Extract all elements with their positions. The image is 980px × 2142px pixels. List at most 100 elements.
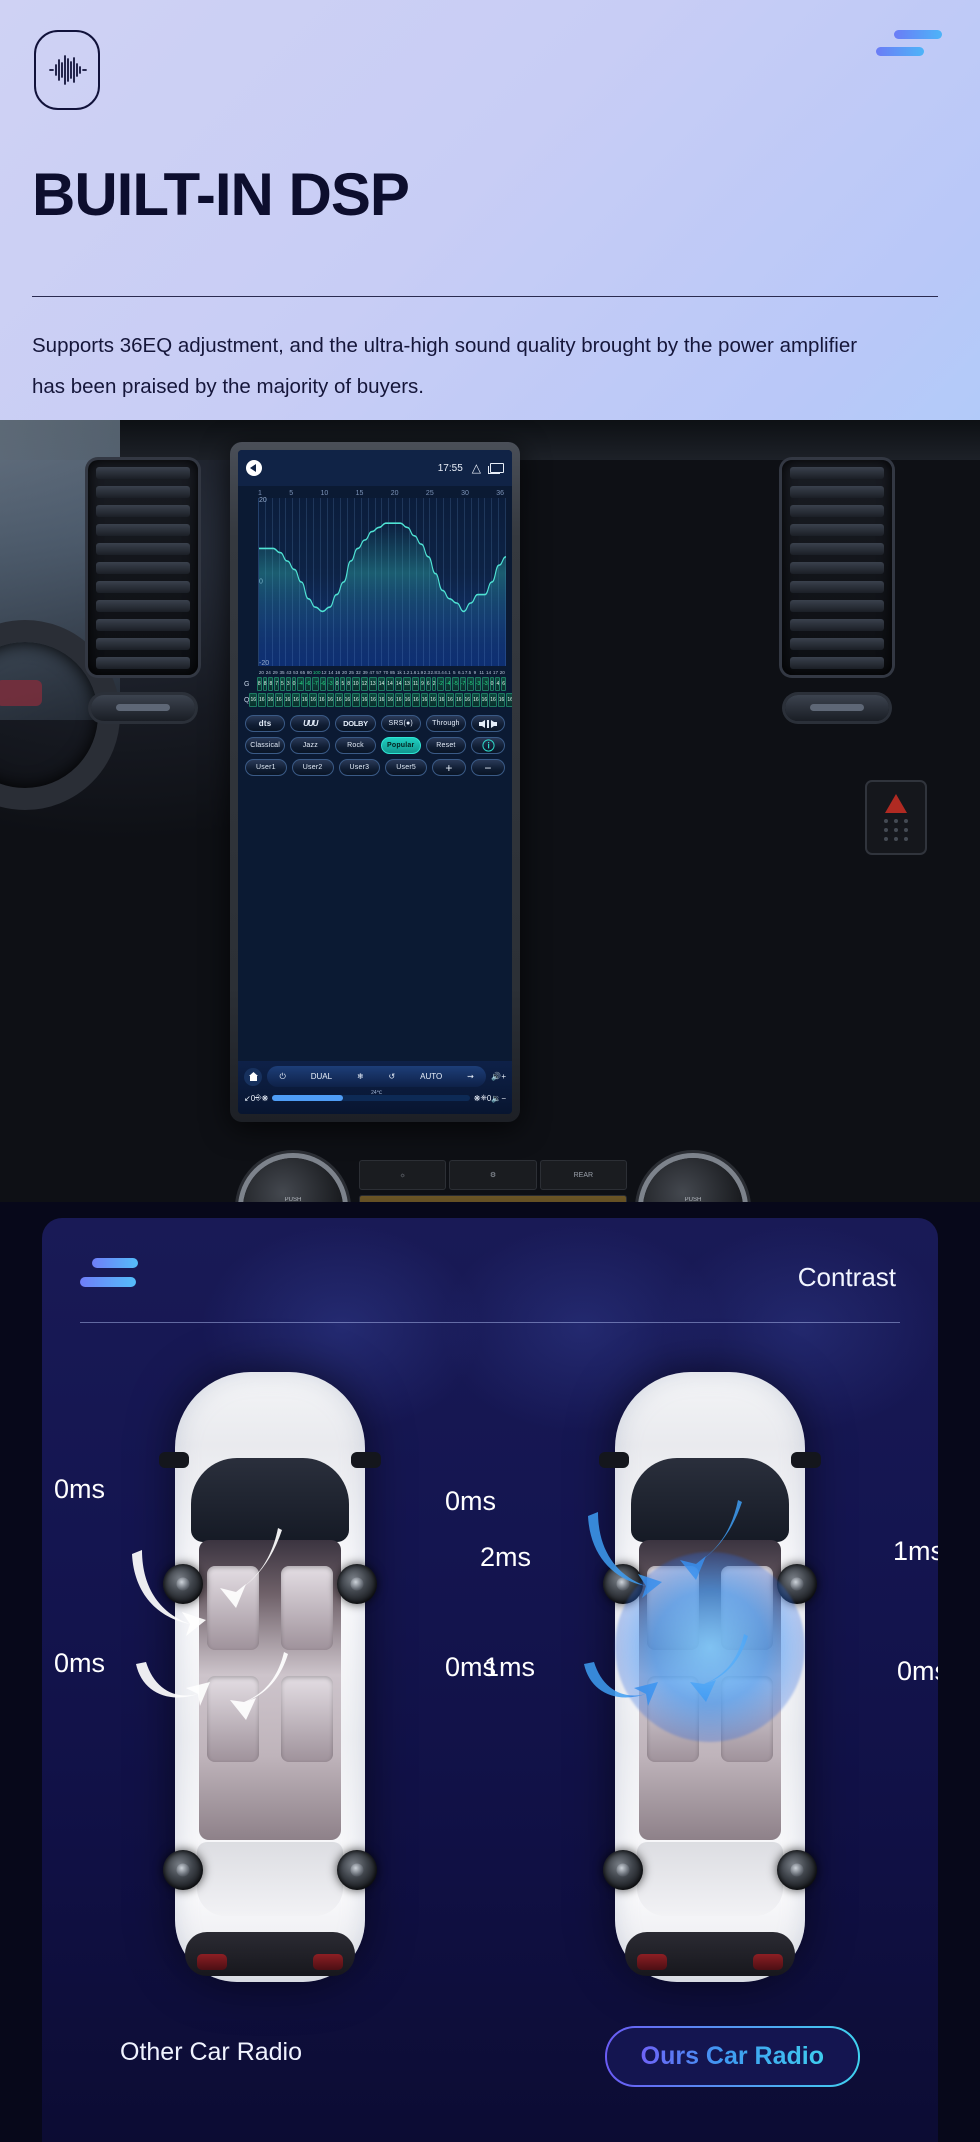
eq-q-cell[interactable]: 16 <box>258 693 266 707</box>
ours-car-label-pill[interactable]: Ours Car Radio <box>605 2026 860 2087</box>
eq-q-cell[interactable]: 16 <box>309 693 317 707</box>
eq-q-cell[interactable]: 16 <box>395 693 403 707</box>
eq-q-cell[interactable]: 16 <box>463 693 472 707</box>
eq-gain-cell[interactable]: 11 <box>411 677 420 691</box>
rear-defrost-button[interactable]: REAR <box>539 1160 627 1190</box>
fan-left-icon[interactable]: ❋ <box>262 1094 269 1103</box>
eq-q-cell[interactable]: 16 <box>412 693 420 707</box>
eq-gain-cell[interactable]: 13 <box>369 677 377 691</box>
volume-down-icon[interactable]: 🔉− <box>491 1094 506 1103</box>
eq-q-cell[interactable]: 16 <box>446 693 454 707</box>
preset-user5-button[interactable]: User5 <box>385 759 427 776</box>
eq-q-cell[interactable]: 16 <box>275 693 283 707</box>
eq-q-cell[interactable]: 16 <box>472 693 480 707</box>
eq-plot-area[interactable]: 20 0 -20 <box>258 497 506 667</box>
eq-gain-cell[interactable]: -5 <box>467 677 474 691</box>
eq-q-cell[interactable]: 16 <box>249 693 258 707</box>
eq-gain-cell[interactable]: 8 <box>256 677 262 691</box>
info-icon[interactable] <box>471 737 506 754</box>
eq-q-cell[interactable]: 16 <box>283 693 292 707</box>
air-recirculation-icon[interactable]: ↺ <box>389 1072 396 1081</box>
eq-q-cell[interactable]: 16 <box>377 693 386 707</box>
home-icon[interactable] <box>244 1067 262 1086</box>
chevron-up-icon[interactable]: △ <box>472 462 481 474</box>
eq-gain-cell[interactable]: 9 <box>420 677 425 691</box>
eq-gain-cell[interactable]: 6 <box>425 677 431 691</box>
eq-gain-cell[interactable]: -4 <box>297 677 304 691</box>
eq-gain-cell[interactable]: -5 <box>452 677 459 691</box>
eq-gain-cell[interactable]: -3 <box>482 677 489 691</box>
decrease-button[interactable]: − <box>471 759 505 776</box>
reset-button[interactable]: Reset <box>425 737 467 754</box>
front-defrost-icon[interactable]: ⚙ <box>449 1160 537 1190</box>
menu-bars-icon[interactable] <box>876 30 942 64</box>
airflow-icon[interactable]: ⇝ <box>467 1072 474 1081</box>
eq-gain-cell[interactable]: 5 <box>280 677 285 691</box>
preset-rock-button[interactable]: Rock <box>335 737 376 754</box>
preset-user1-button[interactable]: User1 <box>245 759 287 776</box>
eq-gain-cell[interactable]: 6 <box>501 677 506 691</box>
head-unit-screen[interactable]: 17:55 △ 1 5 10 15 20 25 30 36 20 20 24 2… <box>238 450 512 1114</box>
preset-user2-button[interactable]: User2 <box>291 759 334 776</box>
q-cells[interactable]: 16 16 16 16 16 16 16 16 16 16 16 16 16 16 16 16 16 16 16 16… <box>249 693 512 707</box>
eq-gain-cell[interactable]: 5 <box>340 677 346 691</box>
uuu-logo-button[interactable]: UUU <box>290 715 331 732</box>
srs-button[interactable]: SRS(●) <box>380 715 421 732</box>
eq-gain-cell[interactable]: 8 <box>268 677 274 691</box>
eq-gain-cell[interactable]: -4 <box>444 677 452 691</box>
dolby-button[interactable]: DOLBY <box>335 715 376 732</box>
eq-gain-cell[interactable]: 8 <box>262 677 268 691</box>
snowflake-icon[interactable]: ❄ <box>357 1072 364 1081</box>
preset-jazz-button[interactable]: Jazz <box>290 737 331 754</box>
eq-gain-cell[interactable]: -2 <box>437 677 444 691</box>
hvac-right-knob[interactable]: PUSH AUTO <box>643 1158 743 1202</box>
preset-user3-button[interactable]: User3 <box>338 759 381 776</box>
eq-q-cell[interactable]: 16 <box>489 693 497 707</box>
dts-button[interactable]: dts <box>245 715 286 732</box>
eq-gain-cell[interactable]: -3 <box>327 677 334 691</box>
eq-gain-cell[interactable]: 7 <box>274 677 280 691</box>
eq-gain-cell[interactable]: 0 <box>334 677 340 691</box>
eq-q-cell[interactable]: 16 <box>506 693 512 707</box>
auto-label[interactable]: AUTO <box>420 1072 442 1081</box>
eq-q-cell[interactable]: 16 <box>497 693 506 707</box>
eq-gain-cell[interactable]: 8 <box>346 677 351 691</box>
eq-gain-cell[interactable]: -6 <box>319 677 327 691</box>
gain-cells[interactable]: 8 8 8 7 5 3 0 -4 -6 -7 -6 -3 0 5 8 10 12 13 14 14 14 13 11 9 6 2-… <box>256 677 506 691</box>
increase-button[interactable]: + <box>432 759 466 776</box>
through-button[interactable]: Through <box>425 715 467 732</box>
eq-q-cell[interactable]: 16 <box>454 693 463 707</box>
eq-q-cell[interactable]: 16 <box>403 693 412 707</box>
eq-gain-cell[interactable]: 14 <box>377 677 386 691</box>
eq-gain-cell[interactable]: -6 <box>304 677 312 691</box>
menu-bars-icon[interactable] <box>80 1258 138 1296</box>
preset-classical-button[interactable]: Classical <box>245 737 286 754</box>
eq-q-cell[interactable]: 16 <box>343 693 352 707</box>
eq-q-cell[interactable]: 16 <box>437 693 446 707</box>
eq-q-cell[interactable]: 16 <box>369 693 377 707</box>
recent-apps-icon[interactable] <box>488 463 504 474</box>
eq-gain-cell[interactable]: 4 <box>495 677 501 691</box>
dual-label[interactable]: DUAL <box>311 1072 332 1081</box>
eq-q-cell[interactable]: 16 <box>360 693 369 707</box>
power-icon[interactable]: ⏻ <box>279 1072 285 1082</box>
volume-up-icon[interactable]: 🔊+ <box>491 1072 506 1081</box>
eq-q-cell[interactable]: 16 <box>317 693 326 707</box>
eq-gain-cell[interactable]: -7 <box>312 677 319 691</box>
eq-q-cell[interactable]: 16 <box>292 693 300 707</box>
eq-gain-cell[interactable]: 3 <box>285 677 291 691</box>
eq-q-cell[interactable]: 16 <box>266 693 275 707</box>
eq-gain-cell[interactable]: 0 <box>489 677 495 691</box>
preset-popular-button[interactable]: Popular <box>380 737 421 754</box>
eq-gain-cell[interactable]: 10 <box>352 677 360 691</box>
hvac-left-knob[interactable]: PUSH OFF <box>243 1158 343 1202</box>
eq-q-cell[interactable]: 16 <box>352 693 360 707</box>
speaker-icon[interactable] <box>471 715 506 732</box>
defog-icon[interactable]: ☼ <box>359 1160 447 1190</box>
hazard-light-button[interactable] <box>865 780 927 855</box>
eq-gain-cell[interactable]: -3 <box>474 677 482 691</box>
eq-gain-cell[interactable]: 13 <box>403 677 411 691</box>
back-arrow-icon[interactable]: ↙ <box>244 1094 251 1103</box>
eq-q-cell[interactable]: 16 <box>429 693 437 707</box>
eq-q-cell[interactable]: 16 <box>300 693 309 707</box>
